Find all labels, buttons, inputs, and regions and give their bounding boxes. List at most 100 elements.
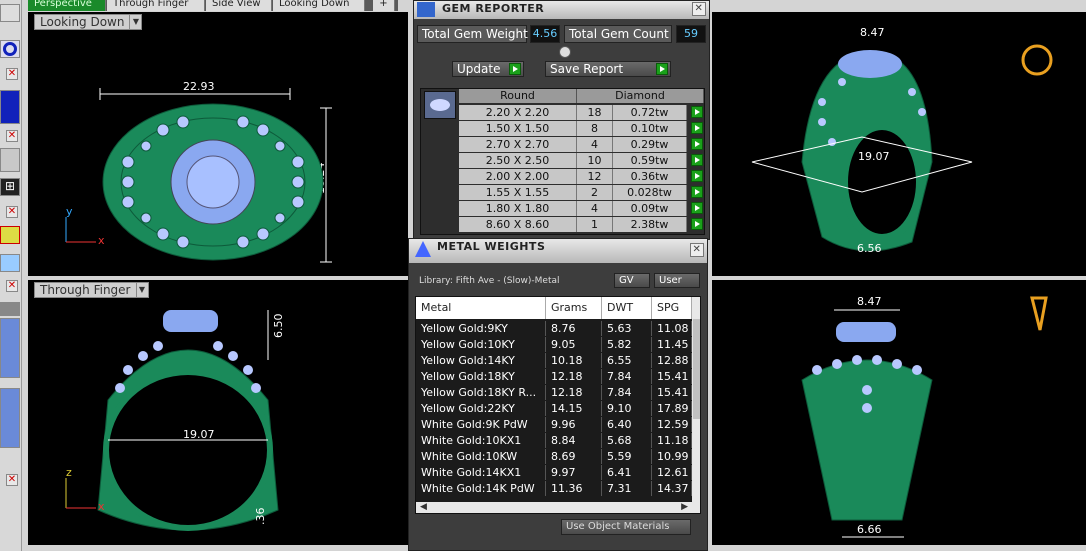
gv-toggle[interactable]: GV xyxy=(614,273,650,288)
metal-cell: 9.05 xyxy=(546,337,602,352)
gem-size-cell: 1.55 X 1.55 xyxy=(459,185,577,200)
add-tab-button[interactable]: + xyxy=(373,0,395,11)
panel-tool-icon[interactable] xyxy=(0,388,20,448)
tool-icon[interactable] xyxy=(0,4,20,22)
metal-cell: 12.61 xyxy=(652,465,692,480)
gem-weight-cell: 0.72tw xyxy=(613,105,687,120)
gem-weight-cell: 0.59tw xyxy=(613,153,687,168)
table-row: 2.70 X 2.70 4 0.29tw xyxy=(459,137,704,153)
viewport-perspective[interactable]: 8.47 19.07 6.56 xyxy=(712,12,1086,276)
column-header-spg[interactable]: SPG xyxy=(652,297,692,319)
metal-cell: 11.18 xyxy=(652,433,692,448)
dimension-inner: 19.07 xyxy=(858,150,890,163)
close-icon[interactable]: ✕ xyxy=(6,68,18,80)
table-row[interactable]: Yellow Gold:9KY 8.76 5.63 11.08 xyxy=(416,321,696,337)
panel-tool-icon[interactable] xyxy=(0,318,20,378)
select-gem-button[interactable] xyxy=(691,138,703,150)
metal-cell: 15.41 xyxy=(652,385,692,400)
tool-icon[interactable] xyxy=(0,302,20,316)
collapse-handle[interactable] xyxy=(559,46,571,58)
close-icon[interactable]: ✕ xyxy=(6,280,18,292)
move-icon[interactable] xyxy=(0,226,20,244)
metal-cell: 14.37 xyxy=(652,481,692,496)
metal-cell: 11.36 xyxy=(546,481,602,496)
metal-cell: 14.15 xyxy=(546,401,602,416)
close-icon[interactable]: ✕ xyxy=(6,130,18,142)
viewport-side-view[interactable]: 8.47 6.66 xyxy=(712,280,1086,545)
left-toolbar: ✕ ✕ ⊞ ✕ ✕ ✕ xyxy=(0,0,22,551)
metal-cell: 5.63 xyxy=(602,321,652,336)
tab-perspective[interactable]: Perspective xyxy=(28,0,106,11)
table-row[interactable]: White Gold:9K PdW 9.96 6.40 12.59 xyxy=(416,417,696,433)
metal-cell: 6.55 xyxy=(602,353,652,368)
table-row[interactable]: Yellow Gold:18KY R... 12.18 7.84 15.41 xyxy=(416,385,696,401)
gem-icon xyxy=(417,2,435,17)
table-row[interactable]: Yellow Gold:10KY 9.05 5.82 11.45 xyxy=(416,337,696,353)
gem-count-cell: 18 xyxy=(577,105,613,120)
rotate-icon[interactable] xyxy=(0,254,20,272)
table-row[interactable]: White Gold:10KX1 8.84 5.68 11.18 xyxy=(416,433,696,449)
flask-icon xyxy=(415,241,431,257)
close-icon[interactable]: ✕ xyxy=(6,474,18,486)
tab-looking-down[interactable]: Looking Down xyxy=(273,0,365,11)
table-row[interactable]: White Gold:14KX1 9.97 6.41 12.61 xyxy=(416,465,696,481)
total-count-label: Total Gem Count xyxy=(564,25,672,43)
table-row[interactable]: White Gold:14K PdW 11.36 7.31 14.37 xyxy=(416,481,696,497)
vertical-scrollbar[interactable] xyxy=(692,297,700,513)
table-row[interactable]: Yellow Gold:14KY 10.18 6.55 12.88 xyxy=(416,353,696,369)
gem-weight-cell: 0.10tw xyxy=(613,121,687,136)
user-toggle[interactable]: User xyxy=(654,273,700,288)
metal-cell: 7.84 xyxy=(602,385,652,400)
axis-z-label: z xyxy=(66,466,72,479)
viewport-through-finger[interactable]: Through Finger ▼ 6.50 19.07 .36 z x xyxy=(28,280,408,545)
tab-through-finger[interactable]: Through Finger xyxy=(107,0,205,11)
save-report-button[interactable]: Save Report xyxy=(545,61,671,77)
select-gem-button[interactable] xyxy=(691,202,703,214)
tool-icon[interactable] xyxy=(0,148,20,172)
metal-cell: 11.45 xyxy=(652,337,692,352)
metal-cell: 6.41 xyxy=(602,465,652,480)
metal-cell: 6.40 xyxy=(602,417,652,432)
select-gem-button[interactable] xyxy=(691,122,703,134)
select-gem-button[interactable] xyxy=(691,186,703,198)
gem-reporter-title-bar[interactable]: GEM REPORTER ✕ xyxy=(414,1,709,19)
viewport-looking-down[interactable]: Looking Down▼ 22.93 18.24 y x xyxy=(28,12,408,276)
scroll-left-icon[interactable]: ◀ xyxy=(420,502,427,512)
column-header-metal[interactable]: Metal xyxy=(416,297,546,319)
gem-count-cell: 10 xyxy=(577,153,613,168)
gem-count-cell: 1 xyxy=(577,217,613,232)
dimension-top: 6.50 xyxy=(272,314,285,339)
select-gem-button[interactable] xyxy=(691,106,703,118)
gem-weight-cell: 0.36tw xyxy=(613,169,687,184)
gem-size-cell: 1.50 X 1.50 xyxy=(459,121,577,136)
scroll-right-icon[interactable]: ▶ xyxy=(681,502,688,512)
dimension-width: 22.93 xyxy=(183,80,215,93)
ring-thumbnail-icon xyxy=(1021,44,1053,76)
tab-side-view[interactable]: Side View xyxy=(206,0,272,11)
column-header-dwt[interactable]: DWT xyxy=(602,297,652,319)
metal-weights-title-bar[interactable]: METAL WEIGHTS ✕ xyxy=(409,239,707,263)
dimension-top: 8.47 xyxy=(860,26,885,39)
table-row[interactable]: Yellow Gold:22KY 14.15 9.10 17.89 xyxy=(416,401,696,417)
gem-size-cell: 1.80 X 1.80 xyxy=(459,201,577,216)
close-icon[interactable]: ✕ xyxy=(6,206,18,218)
grid-icon[interactable]: ⊞ xyxy=(0,178,20,196)
update-button[interactable]: Update xyxy=(452,61,524,77)
select-gem-button[interactable] xyxy=(691,154,703,166)
round-gem-icon xyxy=(424,91,456,119)
table-row[interactable]: White Gold:10KW 8.69 5.59 10.99 xyxy=(416,449,696,465)
slider-tool-icon[interactable] xyxy=(0,90,20,124)
metal-cell: 8.84 xyxy=(546,433,602,448)
use-object-materials-button[interactable]: Use Object Materials xyxy=(561,519,691,535)
circle-tool-icon[interactable] xyxy=(0,40,20,58)
horizontal-scrollbar[interactable]: ◀ ▶ xyxy=(416,502,692,513)
select-gem-button[interactable] xyxy=(691,218,703,230)
play-icon xyxy=(509,63,521,75)
table-row[interactable]: Yellow Gold:18KY 12.18 7.84 15.41 xyxy=(416,369,696,385)
library-label: Library: Fifth Ave - (Slow)-Metal xyxy=(419,276,560,286)
column-header-grams[interactable]: Grams xyxy=(546,297,602,319)
close-button[interactable]: ✕ xyxy=(690,243,704,257)
select-gem-button[interactable] xyxy=(691,170,703,182)
table-row: 1.80 X 1.80 4 0.09tw xyxy=(459,201,704,217)
close-button[interactable]: ✕ xyxy=(692,2,706,16)
